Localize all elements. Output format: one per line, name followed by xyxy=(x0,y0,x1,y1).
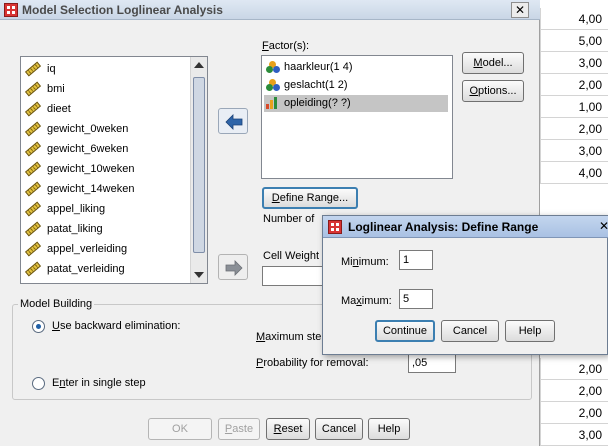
options-button[interactable]: Options... xyxy=(462,80,524,102)
list-item[interactable]: gewicht_6weken xyxy=(24,139,128,159)
scroll-thumb[interactable] xyxy=(193,77,205,253)
sheet-cell[interactable]: 3,00 xyxy=(540,52,608,74)
backward-elimination-radio[interactable] xyxy=(32,320,45,333)
sheet-cell[interactable]: 1,00 xyxy=(540,96,608,118)
sheet-cell[interactable]: 2,00 xyxy=(540,402,608,424)
move-to-factors-button[interactable] xyxy=(218,108,248,134)
factors-list[interactable]: haarkleur(1 4) geslacht(1 2) opleiding(?… xyxy=(261,55,453,179)
prob-removal-label: Probability for removal: xyxy=(256,357,369,369)
scale-icon xyxy=(24,241,42,257)
list-item[interactable]: dieet xyxy=(24,99,71,119)
model-button[interactable]: Model... xyxy=(462,52,524,74)
single-step-label: Enter in single step xyxy=(52,377,146,389)
scale-icon xyxy=(24,201,42,217)
scroll-down-icon[interactable] xyxy=(194,272,204,278)
prob-removal-field[interactable]: ,05 xyxy=(408,353,456,373)
variable-list[interactable]: iq bmi dieet gewicht_0weken gewicht_6wek… xyxy=(20,56,208,284)
sheet-cell[interactable]: 4,00 xyxy=(540,8,608,30)
variable-list-scrollbar[interactable] xyxy=(190,57,207,283)
maximum-field[interactable]: 5 xyxy=(399,289,433,309)
list-item[interactable]: appel_liking xyxy=(24,199,105,219)
arrow-left-icon xyxy=(225,114,243,130)
list-item[interactable]: patat_liking xyxy=(24,219,103,239)
list-item[interactable]: patat_verleiding xyxy=(24,259,125,279)
scale-icon xyxy=(24,141,42,157)
spss-app-icon xyxy=(4,3,18,17)
dialog-titlebar[interactable]: Model Selection Loglinear Analysis ✕ xyxy=(0,0,540,20)
single-step-radio[interactable] xyxy=(32,377,45,390)
nominal-icon xyxy=(266,61,280,74)
list-item[interactable]: iq xyxy=(24,59,56,79)
scale-icon xyxy=(24,181,42,197)
factor-item[interactable]: geslacht(1 2) xyxy=(266,77,348,94)
define-range-dialog: Loglinear Analysis: Define Range ✕ Minim… xyxy=(322,215,608,355)
define-range-help-button[interactable]: Help xyxy=(505,320,555,342)
backward-elimination-label: Use backward elimination: xyxy=(52,320,181,332)
define-range-cancel-button[interactable]: Cancel xyxy=(441,320,499,342)
define-range-button[interactable]: Define Range... xyxy=(262,187,358,209)
sheet-cell[interactable]: 2,00 xyxy=(540,380,608,402)
continue-button[interactable]: Continue xyxy=(375,320,435,342)
ok-button[interactable]: OK xyxy=(148,418,212,440)
model-building-title: Model Building xyxy=(18,298,95,310)
define-range-title: Loglinear Analysis: Define Range xyxy=(348,220,539,234)
list-item[interactable]: appel_verleiding xyxy=(24,239,127,259)
factor-item[interactable]: haarkleur(1 4) xyxy=(266,59,352,76)
scroll-up-icon[interactable] xyxy=(194,62,204,68)
move-to-cell-weights-button[interactable] xyxy=(218,254,248,280)
list-item[interactable]: gewicht_10weken xyxy=(24,159,134,179)
sheet-cell[interactable]: 2,00 xyxy=(540,74,608,96)
sheet-cell[interactable]: 5,00 xyxy=(540,30,608,52)
sheet-cell[interactable]: 3,00 xyxy=(540,140,608,162)
spss-app-icon xyxy=(328,220,342,234)
minimum-label: Minimum: xyxy=(341,256,389,268)
scale-icon xyxy=(24,101,42,117)
sheet-cell[interactable]: 2,00 xyxy=(540,358,608,380)
sheet-cell[interactable]: 2,00 xyxy=(540,118,608,140)
sheet-cell[interactable]: 4,00 xyxy=(540,162,608,184)
sheet-cell[interactable]: 3,00 xyxy=(540,424,608,446)
paste-button[interactable]: Paste xyxy=(218,418,260,440)
reset-button[interactable]: Reset xyxy=(266,418,310,440)
scale-icon xyxy=(24,121,42,137)
max-steps-label: Maximum ste xyxy=(256,331,322,343)
number-of-label: Number of xyxy=(263,213,315,225)
scale-icon xyxy=(24,61,42,77)
list-item[interactable]: bmi xyxy=(24,79,65,99)
factors-label: Factor(s): xyxy=(262,40,310,52)
dialog-title: Model Selection Loglinear Analysis xyxy=(22,3,223,17)
scale-icon xyxy=(24,221,42,237)
help-button[interactable]: Help xyxy=(368,418,410,440)
nominal-icon xyxy=(266,79,280,92)
maximum-label: Maximum: xyxy=(341,295,392,307)
scale-icon xyxy=(24,161,42,177)
scale-icon xyxy=(24,261,42,277)
cell-weights-label: Cell Weight xyxy=(263,250,320,262)
cancel-button[interactable]: Cancel xyxy=(315,418,363,440)
list-item[interactable]: gewicht_0weken xyxy=(24,119,128,139)
scale-icon xyxy=(24,81,42,97)
minimum-field[interactable]: 1 xyxy=(399,250,433,270)
list-item[interactable]: gewicht_14weken xyxy=(24,179,134,199)
arrow-right-icon xyxy=(225,260,243,276)
define-range-titlebar[interactable]: Loglinear Analysis: Define Range ✕ xyxy=(323,216,608,238)
factor-item-selected[interactable]: opleiding(? ?) xyxy=(264,95,448,112)
define-range-close-icon[interactable]: ✕ xyxy=(599,219,608,233)
close-button[interactable]: ✕ xyxy=(511,2,529,18)
ordinal-icon xyxy=(266,97,280,110)
